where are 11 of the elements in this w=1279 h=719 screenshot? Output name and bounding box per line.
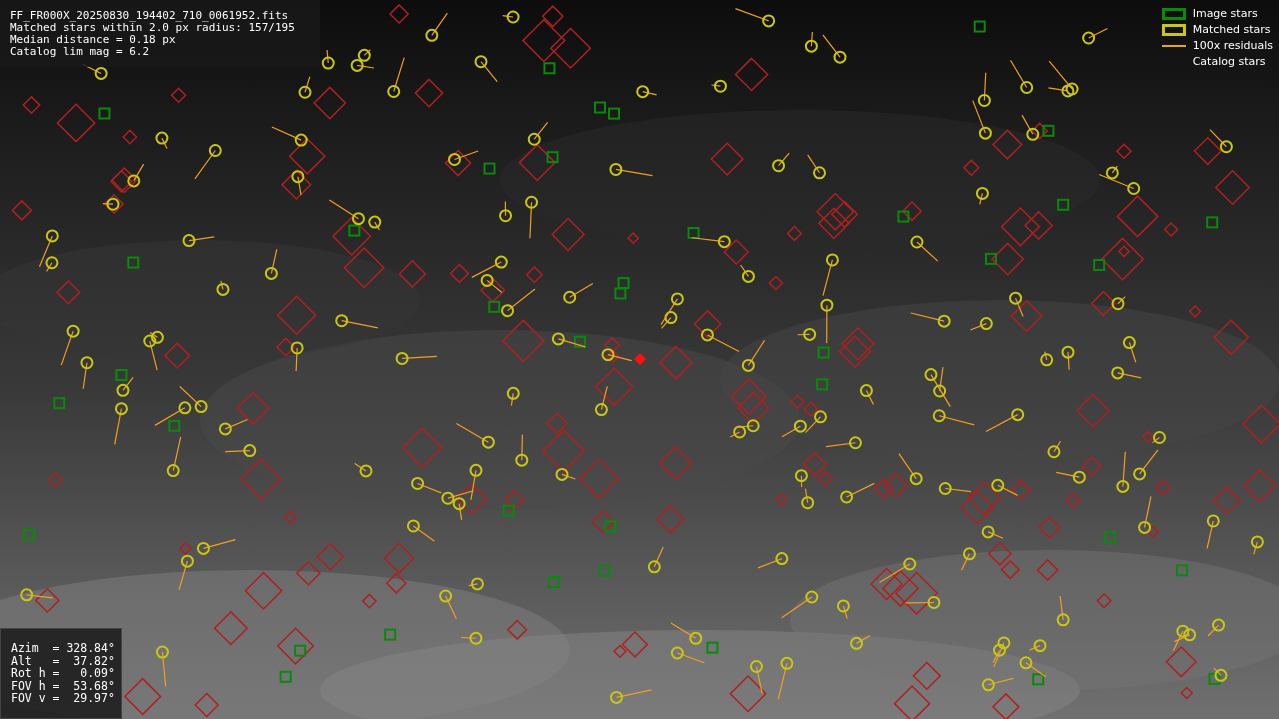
legend-label: 100x residuals	[1192, 37, 1273, 54]
legend-label: Image stars	[1192, 5, 1258, 22]
legend-label: Catalog stars	[1192, 53, 1266, 70]
info-line: Matched stars within 2.0 px radius: 157/195	[10, 22, 296, 34]
legend-swatch-icon	[1161, 8, 1186, 20]
legend-label: Matched stars	[1192, 21, 1271, 38]
info-line: FF_FR000X_20250830_194402_710_0061952.fits	[10, 10, 290, 22]
info-line: Catalog lim mag = 6.2	[10, 46, 151, 58]
legend-swatch-icon	[1161, 24, 1186, 36]
info-line: Median distance = 0.18 px	[10, 34, 177, 46]
legend-line-icon	[1161, 45, 1186, 47]
